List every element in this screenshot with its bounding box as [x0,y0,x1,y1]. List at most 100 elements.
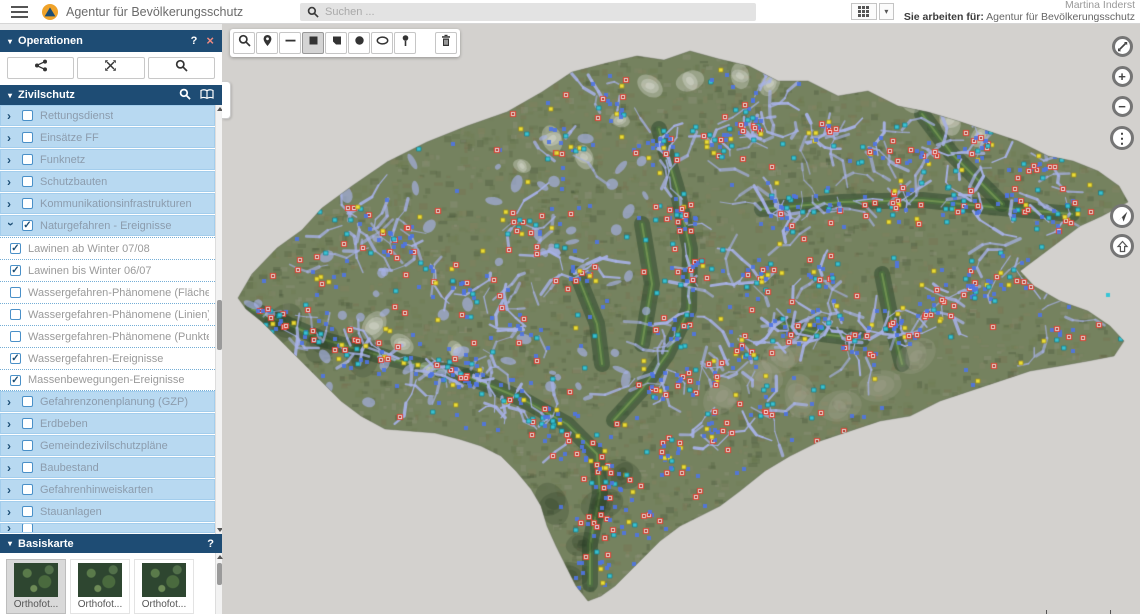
layer-checkbox[interactable] [22,396,33,407]
layer-group-row[interactable]: › [0,523,215,533]
layer-checkbox[interactable] [22,110,33,121]
layer-group-row[interactable]: ›Einsätze FF [0,127,215,148]
basemap-label: Orthofot... [71,599,129,612]
pin-tool-button[interactable] [394,32,416,54]
layer-checkbox[interactable] [22,506,33,517]
chevron-right-icon[interactable]: › [7,111,15,121]
layer-group-row[interactable]: ›Gemeindezivilschutzpläne [0,435,215,456]
chevron-right-icon[interactable]: › [7,523,15,533]
layer-group-row[interactable]: ›Gefahrenzonenplanung (GZP) [0,391,215,412]
layer-label: Gefahrenhinweiskarten [40,484,153,496]
help-icon[interactable]: ? [207,538,214,550]
chevron-right-icon[interactable]: › [7,441,15,451]
layer-checkbox[interactable] [10,287,21,298]
layers-panel-header[interactable]: ▾ Zivilschutz [0,85,222,105]
layer-checkbox[interactable] [10,331,21,342]
layer-checkbox[interactable] [22,462,33,473]
main-layout: ▾ Operationen ? × ▾ Zivilschutz [0,24,1140,614]
layer-checkbox[interactable] [22,440,33,451]
layer-group-row[interactable]: ›Rettungsdienst [0,105,215,126]
scrollbar-thumb[interactable] [217,563,222,585]
measure-control-button[interactable] [1112,36,1133,57]
chevron-right-icon[interactable]: › [7,155,15,165]
ellipse-tool-button[interactable] [371,32,393,54]
operations-panel-header[interactable]: ▾ Operationen ? × [0,30,222,52]
point-tool-button[interactable] [256,32,278,54]
layer-label: Stauanlagen [40,506,102,518]
delete-tool-button[interactable] [435,32,457,54]
layer-child-row[interactable]: ✓Lawinen bis Winter 06/07 [0,259,215,281]
layer-checkbox[interactable] [22,523,33,533]
locate-control-button[interactable] [1110,204,1134,228]
chevron-right-icon[interactable]: › [7,397,15,407]
chevron-right-icon[interactable]: › [7,463,15,473]
scroll-up-icon[interactable] [217,555,223,559]
help-icon[interactable]: ? [191,35,198,47]
global-search-input[interactable]: Suchen ... [300,3,756,21]
grid-apps-button[interactable] [851,3,877,20]
zoom-out-control-button[interactable]: − [1112,96,1133,117]
zoom-tool-button[interactable] [233,32,255,54]
layer-group-row[interactable]: ›✓Naturgefahren - Ereignisse [0,215,215,236]
layer-checkbox[interactable]: ✓ [10,375,21,386]
layer-group-row[interactable]: ›Schutzbauten [0,171,215,192]
north-control-button[interactable] [1110,234,1134,258]
layer-group-row[interactable]: ›Baubestand [0,457,215,478]
layer-checkbox[interactable]: ✓ [22,220,33,231]
layer-group-row[interactable]: › Stauanlagen [0,501,215,522]
scrollbar-thumb[interactable] [217,300,222,350]
legend-book-icon[interactable] [200,88,214,103]
layer-checkbox[interactable] [22,198,33,209]
map-canvas[interactable] [222,24,1140,614]
chevron-right-icon[interactable]: › [7,507,15,517]
chevron-right-icon[interactable]: › [7,177,15,187]
basemap-panel-header[interactable]: ▾ Basiskarte ? [0,534,222,553]
map-area[interactable]: + − ⋮ [222,24,1140,614]
polygon-tool-button[interactable] [325,32,347,54]
layer-child-row[interactable]: Wassergefahren-Phänomene (Punkte) [0,325,215,347]
line-tool-button[interactable] [279,32,301,54]
sidebar-collapse-handle[interactable] [222,81,231,119]
layer-group-row[interactable]: ›Erdbeben [0,413,215,434]
layer-child-row[interactable]: ✓Massenbewegungen-Ereignisse [0,369,215,391]
basemap-scrollbar[interactable] [215,553,222,614]
layer-checkbox[interactable] [22,176,33,187]
scroll-down-icon[interactable] [217,528,222,532]
chevron-right-icon[interactable]: › [7,199,15,209]
basemap-card[interactable]: Orthofot... [134,559,194,614]
move-tool-button[interactable] [77,57,144,79]
chevron-right-icon[interactable]: › [7,485,15,495]
layer-checkbox[interactable]: ✓ [10,353,21,364]
basemap-card[interactable]: Orthofot... [70,559,130,614]
layer-label: Wassergefahren-Phänomene (Punkte) [28,331,209,343]
zoom-in-control-button[interactable]: + [1112,66,1133,87]
chevron-down-icon[interactable]: › [6,222,16,230]
chevron-right-icon[interactable]: › [7,133,15,143]
chevron-right-icon[interactable]: › [7,419,15,429]
layer-child-row[interactable]: Wassergefahren-Phänomene (Flächen) [0,281,215,303]
layer-checkbox[interactable] [22,132,33,143]
layer-child-row[interactable]: Wassergefahren-Phänomene (Linien) [0,303,215,325]
layer-checkbox[interactable]: ✓ [10,243,21,254]
layer-group-row[interactable]: › Gefahrenhinweiskarten [0,479,215,500]
layer-child-row[interactable]: ✓Lawinen ab Winter 07/08 [0,237,215,259]
search-tool-button[interactable] [148,57,215,79]
close-icon[interactable]: × [206,36,214,46]
layer-checkbox[interactable] [10,309,21,320]
hamburger-menu-icon[interactable] [0,0,38,24]
layer-checkbox[interactable]: ✓ [10,265,21,276]
more-control-button[interactable]: ⋮ [1110,126,1134,150]
layer-child-row[interactable]: ✓Wassergefahren-Ereignisse [0,347,215,369]
layer-checkbox[interactable] [22,418,33,429]
layer-checkbox[interactable] [22,154,33,165]
app-switcher-caret-button[interactable]: ▾ [879,3,894,20]
search-icon[interactable] [179,88,191,103]
layer-group-row[interactable]: ›Funknetz [0,149,215,170]
rectangle-tool-button[interactable] [302,32,324,54]
layer-checkbox[interactable] [22,484,33,495]
basemap-card[interactable]: Orthofot... [6,559,66,614]
layer-group-row[interactable]: ›Kommunikationsinfrastrukturen [0,193,215,214]
share-tool-button[interactable] [7,57,74,79]
layer-list-scrollbar[interactable] [215,105,222,534]
circle-tool-button[interactable] [348,32,370,54]
